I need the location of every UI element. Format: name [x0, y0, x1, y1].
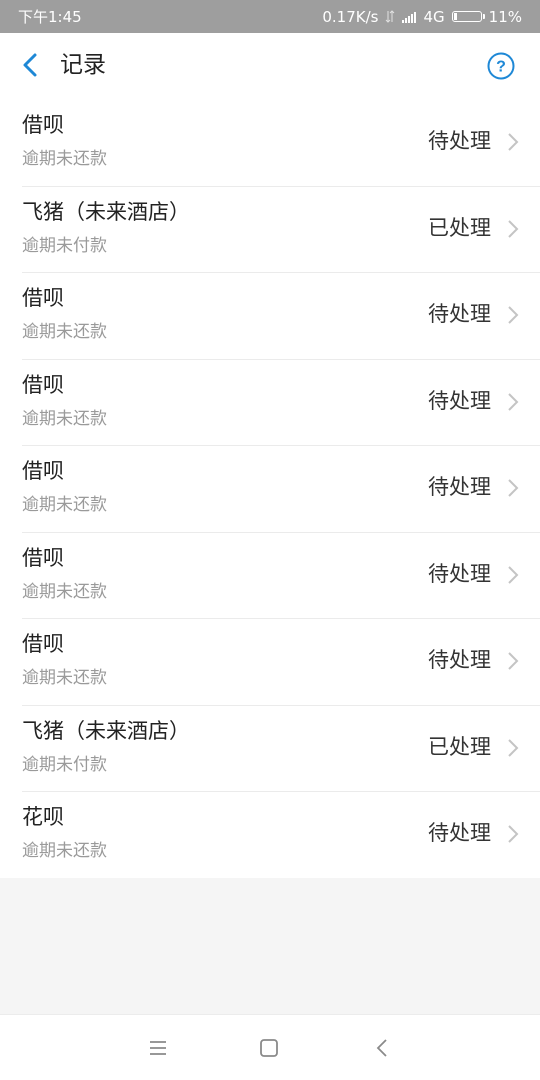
record-status: 待处理	[428, 648, 491, 672]
chevron-right-icon	[508, 825, 519, 843]
list-item[interactable]: 借呗 逾期未还款 待处理	[0, 99, 540, 186]
status-time: 下午1:45	[18, 8, 82, 26]
record-subtitle: 逾期未还款	[22, 408, 107, 429]
record-status: 已处理	[428, 734, 491, 759]
app-header: 记录 ?	[0, 33, 540, 99]
chevron-right-icon	[508, 652, 519, 670]
data-transfer-icon	[386, 10, 395, 23]
battery-level	[453, 13, 457, 20]
list-item[interactable]: 飞猪（未来酒店） 逾期未付款 已处理	[0, 185, 540, 273]
system-nav-bar	[0, 1014, 540, 1080]
record-title: 借呗	[22, 113, 64, 137]
network-speed: 0.17K/s	[322, 7, 379, 26]
record-status: 已处理	[428, 215, 491, 240]
record-subtitle: 逾期未付款	[22, 235, 107, 256]
chevron-right-icon	[508, 306, 519, 324]
record-subtitle: 逾期未还款	[22, 149, 107, 169]
status-indicators: 0.17K/s 4G 11%	[322, 8, 522, 26]
record-status: 待处理	[428, 388, 491, 413]
status-bar: 下午1:45 0.17K/s 4G 11%	[0, 0, 540, 33]
record-title: 花呗	[22, 805, 64, 829]
home-square-icon[interactable]	[256, 1035, 282, 1061]
page-title: 记录	[60, 52, 106, 78]
record-subtitle: 逾期未还款	[22, 668, 107, 688]
record-subtitle: 逾期未付款	[22, 754, 107, 775]
record-title: 飞猪（未来酒店）	[22, 199, 190, 224]
battery-icon	[451, 11, 485, 22]
list-item[interactable]: 借呗 逾期未还款 待处理	[0, 618, 540, 705]
record-status: 待处理	[428, 821, 491, 845]
record-title: 借呗	[22, 545, 64, 570]
svg-text:?: ?	[496, 59, 506, 76]
question-circle-icon[interactable]: ?	[486, 51, 516, 81]
record-title: 借呗	[22, 459, 64, 483]
chevron-right-icon	[508, 133, 519, 151]
record-title: 借呗	[22, 372, 64, 397]
battery-percent: 11%	[488, 7, 522, 26]
list-item[interactable]: 借呗 逾期未还款 待处理	[0, 445, 540, 532]
record-list: 借呗 逾期未还款 待处理 飞猪（未来酒店） 逾期未付款 已处理 借呗 逾期未还款…	[0, 99, 540, 878]
record-status: 待处理	[428, 561, 491, 586]
chevron-right-icon	[508, 479, 519, 497]
record-status: 待处理	[428, 475, 491, 499]
list-item[interactable]: 花呗 逾期未还款 待处理	[0, 791, 540, 878]
list-item[interactable]: 飞猪（未来酒店） 逾期未付款 已处理	[0, 704, 540, 792]
chevron-right-icon	[508, 219, 519, 238]
chevron-right-icon	[508, 738, 519, 757]
record-title: 借呗	[22, 286, 64, 310]
list-item[interactable]: 借呗 逾期未还款 待处理	[0, 272, 540, 359]
record-status: 待处理	[428, 302, 491, 326]
record-title: 飞猪（未来酒店）	[22, 718, 190, 743]
record-subtitle: 逾期未还款	[22, 581, 107, 602]
record-status: 待处理	[428, 129, 491, 153]
chevron-right-icon	[508, 565, 519, 584]
list-item[interactable]: 借呗 逾期未还款 待处理	[0, 531, 540, 619]
chevron-right-icon	[508, 392, 519, 411]
record-subtitle: 逾期未还款	[22, 495, 107, 515]
chevron-left-icon[interactable]	[16, 50, 46, 80]
list-item[interactable]: 借呗 逾期未还款 待处理	[0, 358, 540, 446]
record-title: 借呗	[22, 632, 64, 656]
record-subtitle: 逾期未还款	[22, 841, 107, 861]
signal-icon	[402, 11, 417, 23]
network-type: 4G	[423, 7, 445, 26]
record-subtitle: 逾期未还款	[22, 322, 107, 342]
back-arrow-icon[interactable]	[370, 1035, 396, 1061]
menu-icon[interactable]	[145, 1035, 171, 1061]
